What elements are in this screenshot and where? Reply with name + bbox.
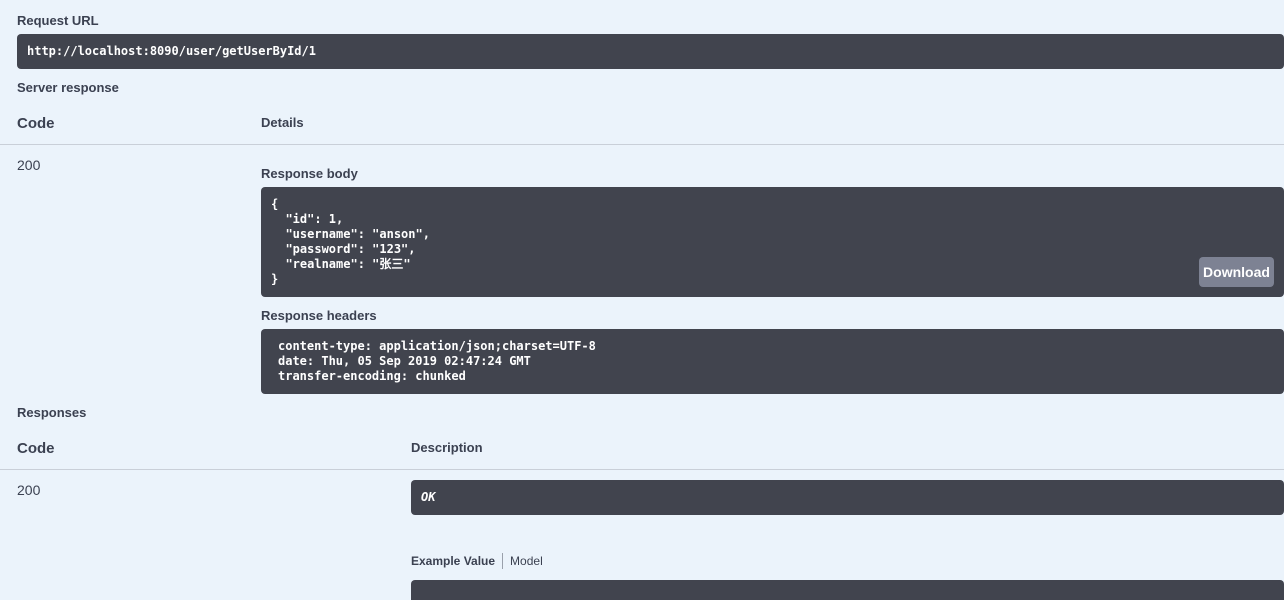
responses-code-header: Code [17, 440, 55, 457]
request-url-label: Request URL [17, 13, 99, 28]
responses-code: 200 [17, 482, 41, 498]
tab-example-value[interactable]: Example Value [411, 554, 502, 568]
responses-label: Responses [17, 405, 87, 420]
response-header-line: transfer-encoding: chunked [278, 369, 466, 383]
responses-description-header: Description [411, 440, 483, 455]
response-headers-label: Response headers [261, 308, 377, 323]
response-header-line: date: Thu, 05 Sep 2019 02:47:24 GMT [278, 354, 531, 368]
response-body-line: "id": 1, [271, 212, 344, 226]
responses-divider [0, 469, 1284, 470]
example-model-tabs: Example Value Model [411, 553, 543, 569]
server-response-label: Server response [17, 80, 119, 95]
download-button[interactable]: Download [1199, 257, 1274, 287]
response-body-line: "password": "123", [271, 242, 416, 256]
response-body-line: "realname": "张三" [271, 257, 411, 271]
server-response-code-header: Code [17, 115, 55, 132]
server-response-divider [0, 144, 1284, 145]
example-value-code-block [411, 580, 1284, 600]
server-response-code: 200 [17, 157, 41, 173]
response-body-line: } [271, 272, 279, 286]
response-body-code-block: { "id": 1, "username": "anson", "passwor… [261, 187, 1284, 297]
request-url-value: http://localhost:8090/user/getUserById/1 [17, 34, 1284, 69]
response-headers-code-block: content-type: application/json;charset=U… [261, 329, 1284, 394]
tab-model[interactable]: Model [503, 554, 543, 568]
response-description-ok: OK [411, 480, 1284, 515]
response-body-line: "username": "anson", [271, 227, 430, 241]
server-response-details-header: Details [261, 115, 304, 130]
response-body-label: Response body [261, 166, 358, 181]
response-body-line: { [271, 197, 279, 211]
response-header-line: content-type: application/json;charset=U… [278, 339, 596, 353]
